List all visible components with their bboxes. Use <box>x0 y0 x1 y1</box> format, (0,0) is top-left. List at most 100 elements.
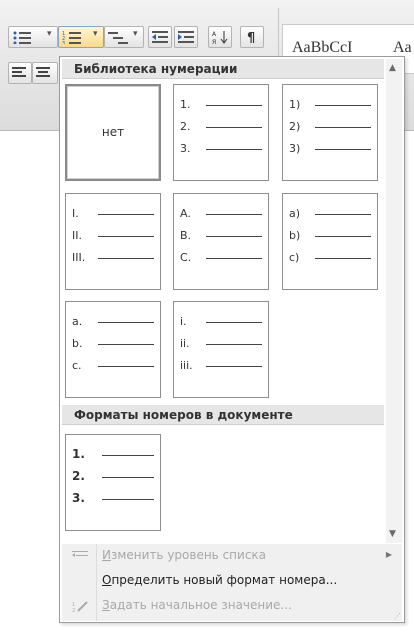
list-line: C. <box>180 251 262 266</box>
document-numbering-format-tile[interactable]: 1. 2. 3. <box>65 434 161 531</box>
list-line-rule <box>206 344 262 345</box>
pilcrow-icon: ¶ <box>247 31 255 44</box>
list-marker: III. <box>72 251 86 264</box>
list-line-rule <box>102 499 154 500</box>
list-level-icon <box>72 551 88 557</box>
list-line-rule <box>206 105 262 106</box>
numbering-none-tile[interactable]: нет <box>65 84 161 181</box>
list-line: I. <box>72 207 154 222</box>
svg-text:2: 2 <box>72 608 75 613</box>
list-line: 2. <box>180 120 262 135</box>
multilevel-list-icon <box>108 32 128 44</box>
list-line: a. <box>72 315 154 330</box>
numbering-format-tile[interactable]: i. ii. iii. <box>173 301 269 398</box>
align-left-button[interactable] <box>8 62 32 84</box>
chevron-down-icon[interactable]: ▾ <box>93 29 98 39</box>
list-line: iii. <box>180 359 262 374</box>
list-line: a) <box>289 207 371 222</box>
list-line-rule <box>206 236 262 237</box>
numbering-format-tile[interactable]: A. B. C. <box>173 193 269 290</box>
list-marker: c) <box>289 251 300 264</box>
numbering-format-tile[interactable]: 1) 2) 3) <box>282 84 378 181</box>
list-marker: C. <box>180 251 192 264</box>
list-marker: i. <box>180 315 187 328</box>
set-value-icon: 12 <box>72 601 88 613</box>
svg-text:Я: Я <box>212 39 216 44</box>
list-marker: 1) <box>289 98 301 111</box>
list-line: i. <box>180 315 262 330</box>
list-line-rule <box>98 214 154 215</box>
resize-grip-icon[interactable]: ⋰ <box>394 612 401 620</box>
list-marker: b) <box>289 229 301 242</box>
bullets-button[interactable]: ▾ <box>8 26 58 48</box>
show-formatting-button[interactable]: ¶ <box>240 26 264 48</box>
list-line-rule <box>98 236 154 237</box>
list-line-rule <box>102 455 154 456</box>
list-line: 2. <box>72 470 154 485</box>
list-line: 3. <box>180 142 262 157</box>
numbering-button[interactable]: 123 ▾ <box>58 26 104 48</box>
numbering-format-tile[interactable]: a) b) c) <box>282 193 378 290</box>
list-marker: B. <box>180 229 192 242</box>
list-marker: 3. <box>180 142 191 155</box>
list-line: 2) <box>289 120 371 135</box>
list-line: b. <box>72 337 154 352</box>
list-line-rule <box>98 366 154 367</box>
style-sample-normal[interactable]: AaBbCcI <box>292 39 352 57</box>
numbering-library-dropdown: Библиотека нумерации нет 1. 2. 3. 1) 2) 3) I… <box>59 56 405 623</box>
list-marker: 3) <box>289 142 301 155</box>
numbering-format-tile[interactable]: I. II. III. <box>65 193 161 290</box>
multilevel-list-button[interactable]: ▾ <box>104 26 144 48</box>
list-line: 1. <box>180 98 262 113</box>
list-marker: c. <box>72 359 82 372</box>
list-line-rule <box>315 236 371 237</box>
style-sample-next[interactable]: Aa <box>393 39 412 57</box>
list-line-rule <box>98 322 154 323</box>
chevron-down-icon[interactable]: ▾ <box>47 29 52 39</box>
scrollbar[interactable]: ▲ ▼ <box>386 59 402 543</box>
sort-button[interactable]: AЯ <box>208 26 232 48</box>
document-formats-section-header: Форматы номеров в документе <box>62 405 384 425</box>
numbering-format-tile[interactable]: a. b. c. <box>65 301 161 398</box>
align-center-button[interactable] <box>32 62 58 84</box>
list-marker: ii. <box>180 337 190 350</box>
list-line-rule <box>206 366 262 367</box>
svg-text:3: 3 <box>62 41 65 44</box>
scroll-up-arrow-icon[interactable]: ▲ <box>389 63 396 73</box>
align-left-icon <box>12 67 26 77</box>
list-marker: A. <box>180 207 191 220</box>
increase-indent-button[interactable] <box>174 26 198 48</box>
decrease-indent-button[interactable] <box>148 26 172 48</box>
submenu-arrow-icon: ▶ <box>385 550 392 559</box>
define-new-number-format-item[interactable]: Определить новый формат номера... <box>62 569 402 591</box>
list-marker: a) <box>289 207 301 220</box>
list-line-rule <box>206 258 262 259</box>
define-new-number-format-label: Определить новый формат номера... <box>102 573 338 587</box>
change-list-level-item[interactable]: Изменить уровень списка ▶ <box>62 544 402 566</box>
list-marker: 2. <box>180 120 191 133</box>
none-label: нет <box>101 125 125 139</box>
dropdown-menu-commands: Изменить уровень списка ▶ Определить нов… <box>62 544 402 621</box>
chevron-down-icon[interactable]: ▾ <box>133 29 138 39</box>
align-center-icon <box>36 67 50 77</box>
list-marker: 1. <box>180 98 191 111</box>
list-line: 1) <box>289 98 371 113</box>
set-numbering-value-label: Задать начальное значение... <box>102 598 292 612</box>
library-section-header: Библиотека нумерации <box>62 59 384 79</box>
list-marker: 2) <box>289 120 301 133</box>
bullets-icon <box>13 31 31 44</box>
set-numbering-value-item[interactable]: 12 Задать начальное значение... <box>62 594 402 616</box>
scroll-down-arrow-icon[interactable]: ▼ <box>389 529 396 539</box>
list-line: ii. <box>180 337 262 352</box>
list-line-rule <box>315 258 371 259</box>
numbering-format-tile[interactable]: 1. 2. 3. <box>173 84 269 181</box>
list-line: B. <box>180 229 262 244</box>
list-marker: b. <box>72 337 83 350</box>
list-line-rule <box>98 344 154 345</box>
list-line: II. <box>72 229 154 244</box>
list-marker: II. <box>72 229 82 242</box>
list-line: b) <box>289 229 371 244</box>
list-line: 3) <box>289 142 371 157</box>
list-marker: 2. <box>72 469 85 483</box>
list-line-rule <box>315 214 371 215</box>
